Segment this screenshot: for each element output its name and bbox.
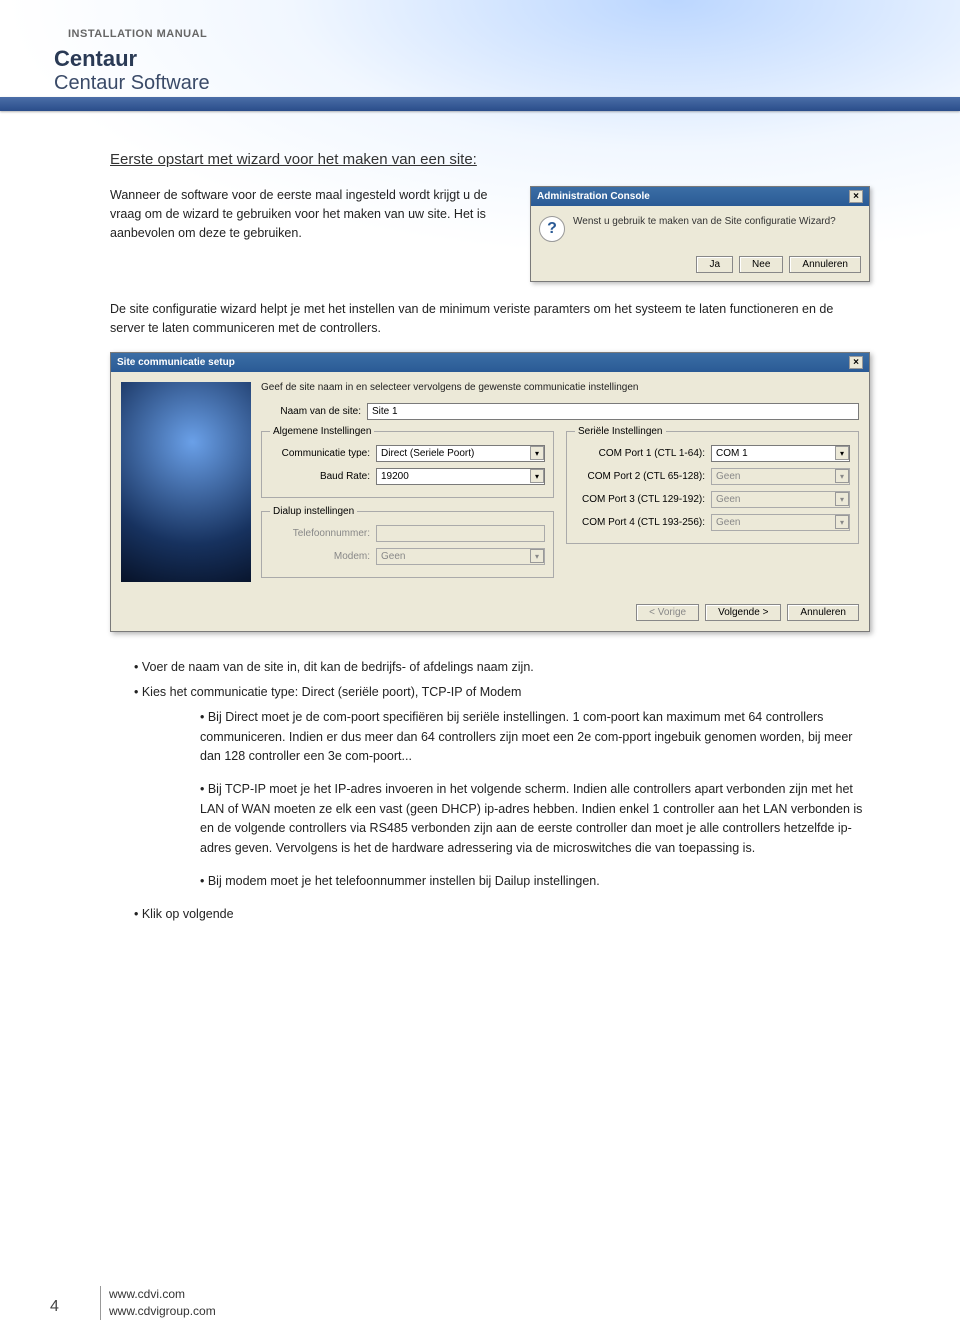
cancel-button[interactable]: Annuleren <box>787 604 859 621</box>
product-title: Centaur <box>54 46 910 72</box>
com3-select: Geen▾ <box>711 491 850 508</box>
chevron-down-icon: ▾ <box>835 469 849 483</box>
com2-select: Geen▾ <box>711 468 850 485</box>
footer-link-1: www.cdvi.com <box>109 1286 216 1303</box>
back-button: < Vorige <box>636 604 699 621</box>
comm-type-label: Communicatie type: <box>270 448 370 459</box>
modem-select: Geen▾ <box>376 548 545 565</box>
com1-select[interactable]: COM 1▾ <box>711 445 850 462</box>
serial-settings-group: Seriële Instellingen COM Port 1 (CTL 1-6… <box>566 426 859 544</box>
section-heading: Eerste opstart met wizard voor het maken… <box>110 151 870 168</box>
bullet-sub-1: • Bij Direct moet je de com-poort specif… <box>200 708 870 766</box>
bullet-sub-3: • Bij modem moet je het telefoonnummer i… <box>200 872 870 891</box>
product-subtitle: Centaur Software <box>54 72 910 95</box>
intro-paragraph: Wanneer de software voor de eerste maal … <box>110 186 516 242</box>
admin-console-dialog: Administration Console × ? Wenst u gebru… <box>530 186 870 282</box>
serial-legend: Seriële Instellingen <box>575 426 666 437</box>
yes-button[interactable]: Ja <box>696 256 733 273</box>
baud-label: Baud Rate: <box>270 471 370 482</box>
com4-label: COM Port 4 (CTL 193-256): <box>575 517 705 528</box>
chevron-down-icon: ▾ <box>835 515 849 529</box>
chevron-down-icon: ▾ <box>835 492 849 506</box>
dialog-titlebar: Administration Console × <box>531 187 869 206</box>
baud-select[interactable]: 19200▾ <box>376 468 545 485</box>
dialog2-titlebar: Site communicatie setup × <box>111 353 869 372</box>
paragraph-2: De site configuratie wizard helpt je met… <box>110 300 870 338</box>
dialup-settings-group: Dialup instellingen Telefoonnummer: Mode… <box>261 506 554 578</box>
chevron-down-icon: ▾ <box>530 549 544 563</box>
chevron-down-icon: ▾ <box>530 469 544 483</box>
bullet-3: • Klik op volgende <box>134 905 870 924</box>
footer-link-2: www.cdvigroup.com <box>109 1303 216 1320</box>
manual-label: INSTALLATION MANUAL <box>68 28 910 40</box>
page-number: 4 <box>50 1298 59 1316</box>
dialog-title-text: Administration Console <box>537 191 650 202</box>
site-setup-dialog: Site communicatie setup × Geef de site n… <box>110 352 870 632</box>
form-instruction: Geef de site naam in en selecteer vervol… <box>261 382 859 393</box>
com3-label: COM Port 3 (CTL 129-192): <box>575 494 705 505</box>
general-settings-group: Algemene Instellingen Communicatie type:… <box>261 426 554 498</box>
cancel-button[interactable]: Annuleren <box>789 256 861 273</box>
com2-label: COM Port 2 (CTL 65-128): <box>575 471 705 482</box>
com1-label: COM Port 1 (CTL 1-64): <box>575 448 705 459</box>
next-button[interactable]: Volgende > <box>705 604 781 621</box>
phone-label: Telefoonnummer: <box>270 528 370 539</box>
comm-type-select[interactable]: Direct (Seriele Poort)▾ <box>376 445 545 462</box>
site-name-label: Naam van de site: <box>261 406 361 417</box>
bullet-2: • Kies het communicatie type: Direct (se… <box>134 683 870 702</box>
bullet-1: • Voer de naam van de site in, dit kan d… <box>134 658 870 677</box>
site-name-input[interactable] <box>367 403 859 420</box>
footer-links: www.cdvi.com www.cdvigroup.com <box>100 1286 216 1320</box>
phone-input <box>376 525 545 542</box>
dialog2-title-text: Site communicatie setup <box>117 357 235 368</box>
question-icon: ? <box>539 216 565 242</box>
close-icon[interactable]: × <box>849 190 863 203</box>
header-bar <box>0 97 960 111</box>
chevron-down-icon: ▾ <box>835 446 849 460</box>
com4-select: Geen▾ <box>711 514 850 531</box>
dialup-legend: Dialup instellingen <box>270 506 357 517</box>
bullet-sub-2: • Bij TCP-IP moet je het IP-adres invoer… <box>200 780 870 858</box>
modem-label: Modem: <box>270 551 370 562</box>
wizard-image <box>121 382 251 582</box>
close-icon[interactable]: × <box>849 356 863 369</box>
no-button[interactable]: Nee <box>739 256 783 273</box>
dialog-message: Wenst u gebruik te maken van de Site con… <box>573 216 836 227</box>
general-legend: Algemene Instellingen <box>270 426 374 437</box>
chevron-down-icon: ▾ <box>530 446 544 460</box>
